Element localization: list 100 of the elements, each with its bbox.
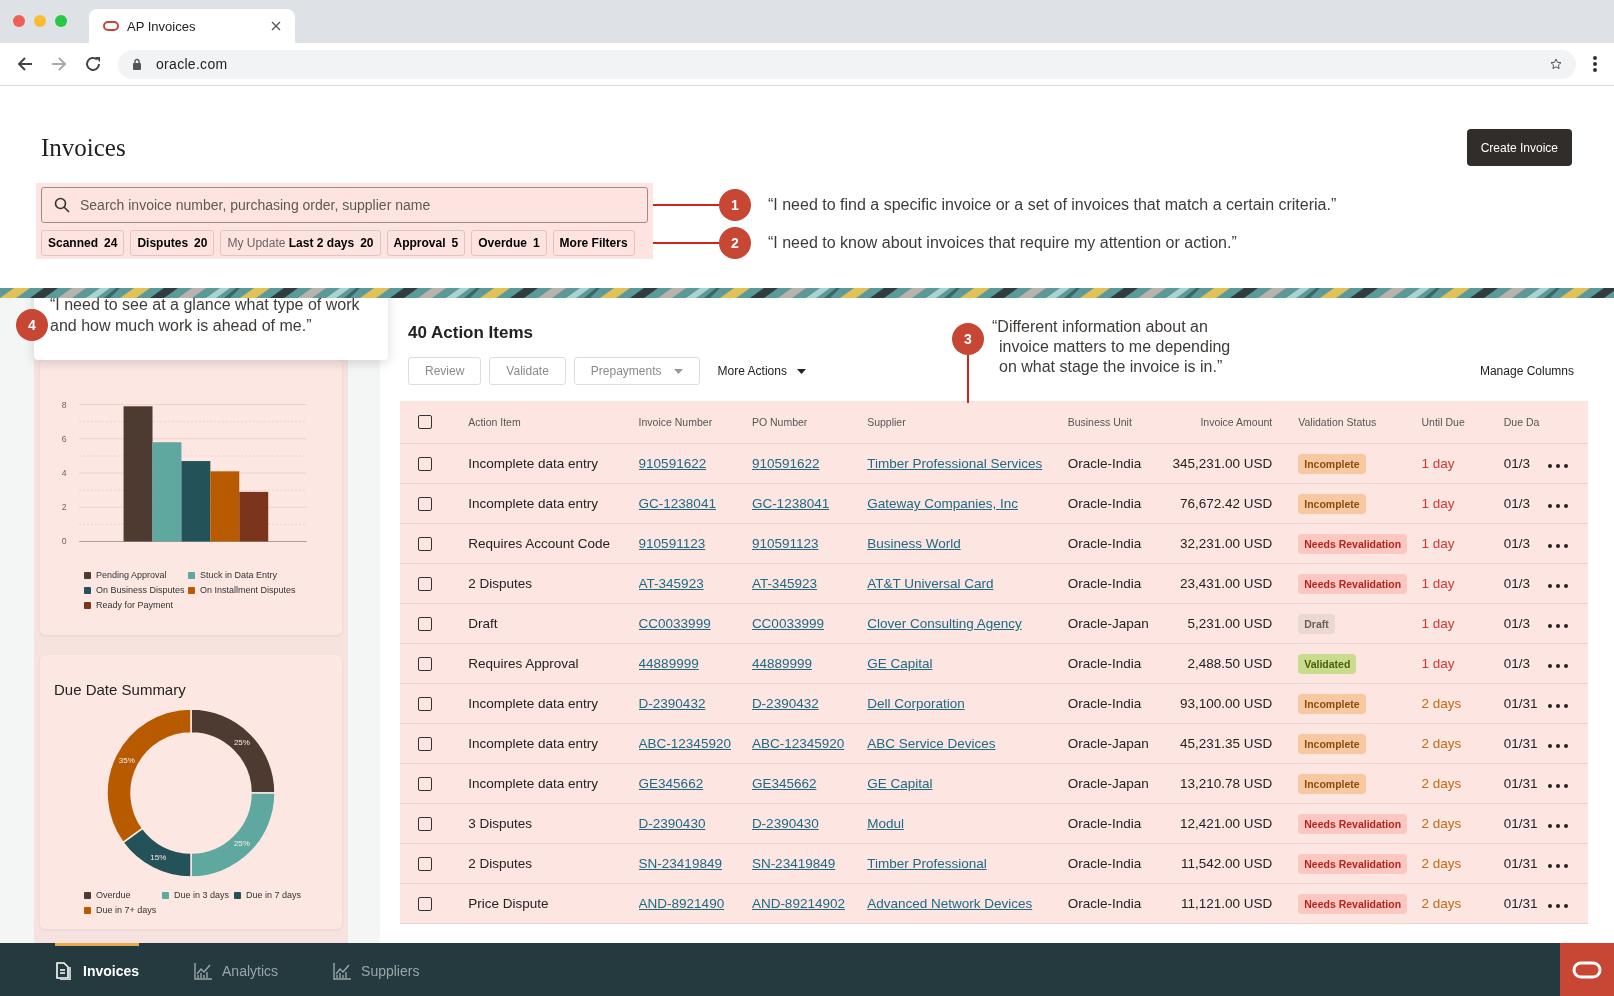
- column-header[interactable]: Invoice Number: [638, 416, 713, 428]
- checkbox[interactable]: [418, 537, 432, 552]
- filter-chip[interactable]: More Filters: [552, 230, 635, 256]
- manage-columns-button[interactable]: Manage Columns: [1473, 363, 1580, 379]
- table-cell: 45,231.35 USD: [1179, 736, 1273, 751]
- nav-tab[interactable]: Suppliers: [333, 943, 420, 996]
- checkbox[interactable]: [418, 415, 432, 430]
- invoice-link[interactable]: D-2390430: [638, 816, 706, 831]
- column-header[interactable]: PO Number: [751, 416, 808, 428]
- nav-tab[interactable]: Analytics: [194, 943, 279, 996]
- po-link[interactable]: GE345662: [751, 776, 817, 791]
- invoice-link[interactable]: SN-23419849: [638, 856, 722, 871]
- invoice-link[interactable]: GC-1238041: [638, 496, 716, 511]
- checkbox[interactable]: [418, 617, 432, 632]
- browser-tab[interactable]: AP Invoices: [89, 9, 295, 43]
- close-icon[interactable]: [271, 21, 281, 31]
- address-field[interactable]: oracle.com: [118, 49, 1576, 79]
- checkbox[interactable]: [418, 577, 432, 592]
- menu-button[interactable]: More Actions: [707, 364, 816, 378]
- supplier-link[interactable]: AT&T Universal Card: [867, 576, 994, 591]
- checkbox[interactable]: [418, 777, 432, 792]
- filter-chip[interactable]: My Update Last 2 days 20: [220, 230, 381, 256]
- invoice-link[interactable]: D-2390432: [638, 696, 706, 711]
- column-header[interactable]: Invoice Amount: [1200, 416, 1273, 428]
- supplier-link[interactable]: Gateway Companies, Inc: [867, 496, 1018, 511]
- invoice-link[interactable]: 910591622: [638, 456, 707, 471]
- invoice-link[interactable]: 44889999: [638, 656, 699, 671]
- more-icon[interactable]: [1547, 544, 1568, 548]
- po-link[interactable]: SN-23419849: [751, 856, 836, 871]
- checkbox[interactable]: [418, 857, 432, 872]
- column-header[interactable]: Due Da: [1503, 416, 1540, 428]
- checkbox[interactable]: [418, 817, 432, 832]
- window-control-icon[interactable]: [13, 15, 25, 27]
- po-link[interactable]: GC-1238041: [751, 496, 830, 511]
- invoice-link[interactable]: AND-8921490: [638, 896, 725, 911]
- create-invoice-button[interactable]: Create Invoice: [1466, 129, 1572, 166]
- po-link[interactable]: AT-345923: [751, 576, 817, 591]
- po-link[interactable]: 910591123: [751, 536, 819, 551]
- column-header[interactable]: Business Unit: [1067, 416, 1132, 428]
- more-icon[interactable]: [1547, 664, 1568, 668]
- po-link[interactable]: D-2390432: [751, 696, 819, 711]
- invoice-link[interactable]: 910591123: [638, 536, 706, 551]
- filter-chip[interactable]: Approval 5: [386, 230, 466, 256]
- more-icon[interactable]: [1547, 584, 1568, 588]
- more-icon[interactable]: [1547, 504, 1568, 508]
- supplier-link[interactable]: Business World: [867, 536, 961, 551]
- more-icon[interactable]: [1547, 624, 1568, 628]
- legend-label: Ready for Payment: [96, 600, 174, 610]
- supplier-link[interactable]: Timber Professional: [867, 856, 987, 871]
- column-header[interactable]: Validation Status: [1298, 416, 1377, 428]
- filter-chip[interactable]: Overdue 1: [471, 230, 547, 256]
- more-icon[interactable]: [1547, 704, 1568, 708]
- checkbox[interactable]: [418, 737, 432, 752]
- filter-chip[interactable]: Scanned 24: [41, 230, 125, 256]
- checkbox[interactable]: [418, 657, 432, 672]
- column-header[interactable]: Supplier: [867, 416, 906, 428]
- column-header[interactable]: Action Item: [468, 416, 521, 428]
- supplier-link[interactable]: Timber Professional Services: [867, 456, 1043, 471]
- back-icon[interactable]: [16, 55, 34, 73]
- supplier-link[interactable]: GE Capital: [867, 776, 933, 791]
- search-field[interactable]: Search invoice number, purchasing order, supplier name: [41, 187, 648, 223]
- menu-icon[interactable]: [1592, 55, 1598, 73]
- checkbox[interactable]: [418, 457, 432, 472]
- star-icon[interactable]: [1550, 58, 1562, 70]
- invoice-link[interactable]: AT-345923: [638, 576, 704, 591]
- reload-icon[interactable]: [84, 55, 102, 73]
- po-link[interactable]: 910591622: [751, 456, 820, 471]
- table-cell: 1 day: [1421, 496, 1455, 511]
- checkbox[interactable]: [418, 897, 432, 912]
- more-icon[interactable]: [1547, 464, 1568, 468]
- more-icon[interactable]: [1547, 904, 1568, 908]
- more-icon[interactable]: [1547, 744, 1568, 748]
- status-tag: Incomplete: [1298, 733, 1366, 754]
- filter-chip[interactable]: Disputes 20: [130, 230, 215, 256]
- supplier-link[interactable]: Modul: [867, 816, 904, 831]
- checkbox[interactable]: [418, 497, 432, 512]
- po-link[interactable]: D-2390430: [751, 816, 819, 831]
- supplier-link[interactable]: Clover Consulting Agency: [867, 616, 1022, 631]
- table-cell: 2 days: [1421, 816, 1462, 831]
- supplier-link[interactable]: Dell Corporation: [867, 696, 965, 711]
- po-link[interactable]: CC0033999: [751, 616, 824, 631]
- supplier-link[interactable]: ABC Service Devices: [867, 736, 996, 751]
- po-link[interactable]: AND-89214902: [751, 896, 845, 911]
- table-cell: 1 day: [1421, 616, 1455, 631]
- nav-tab[interactable]: Invoices: [55, 943, 140, 996]
- more-icon[interactable]: [1547, 784, 1568, 788]
- supplier-link[interactable]: GE Capital: [867, 656, 933, 671]
- po-link[interactable]: ABC-12345920: [751, 736, 845, 751]
- column-header[interactable]: Until Due: [1421, 416, 1465, 428]
- invoice-link[interactable]: ABC-12345920: [638, 736, 731, 751]
- checkbox[interactable]: [418, 697, 432, 712]
- logo-tile[interactable]: [1560, 943, 1614, 996]
- invoice-link[interactable]: CC0033999: [638, 616, 711, 631]
- more-icon[interactable]: [1547, 864, 1568, 868]
- invoice-link[interactable]: GE345662: [638, 776, 704, 791]
- po-link[interactable]: 44889999: [751, 656, 812, 671]
- supplier-link[interactable]: Advanced Network Devices: [867, 896, 1033, 911]
- status-tag: Incomplete: [1298, 693, 1366, 714]
- more-icon[interactable]: [1547, 824, 1568, 828]
- status-tag: Validated: [1298, 653, 1357, 674]
